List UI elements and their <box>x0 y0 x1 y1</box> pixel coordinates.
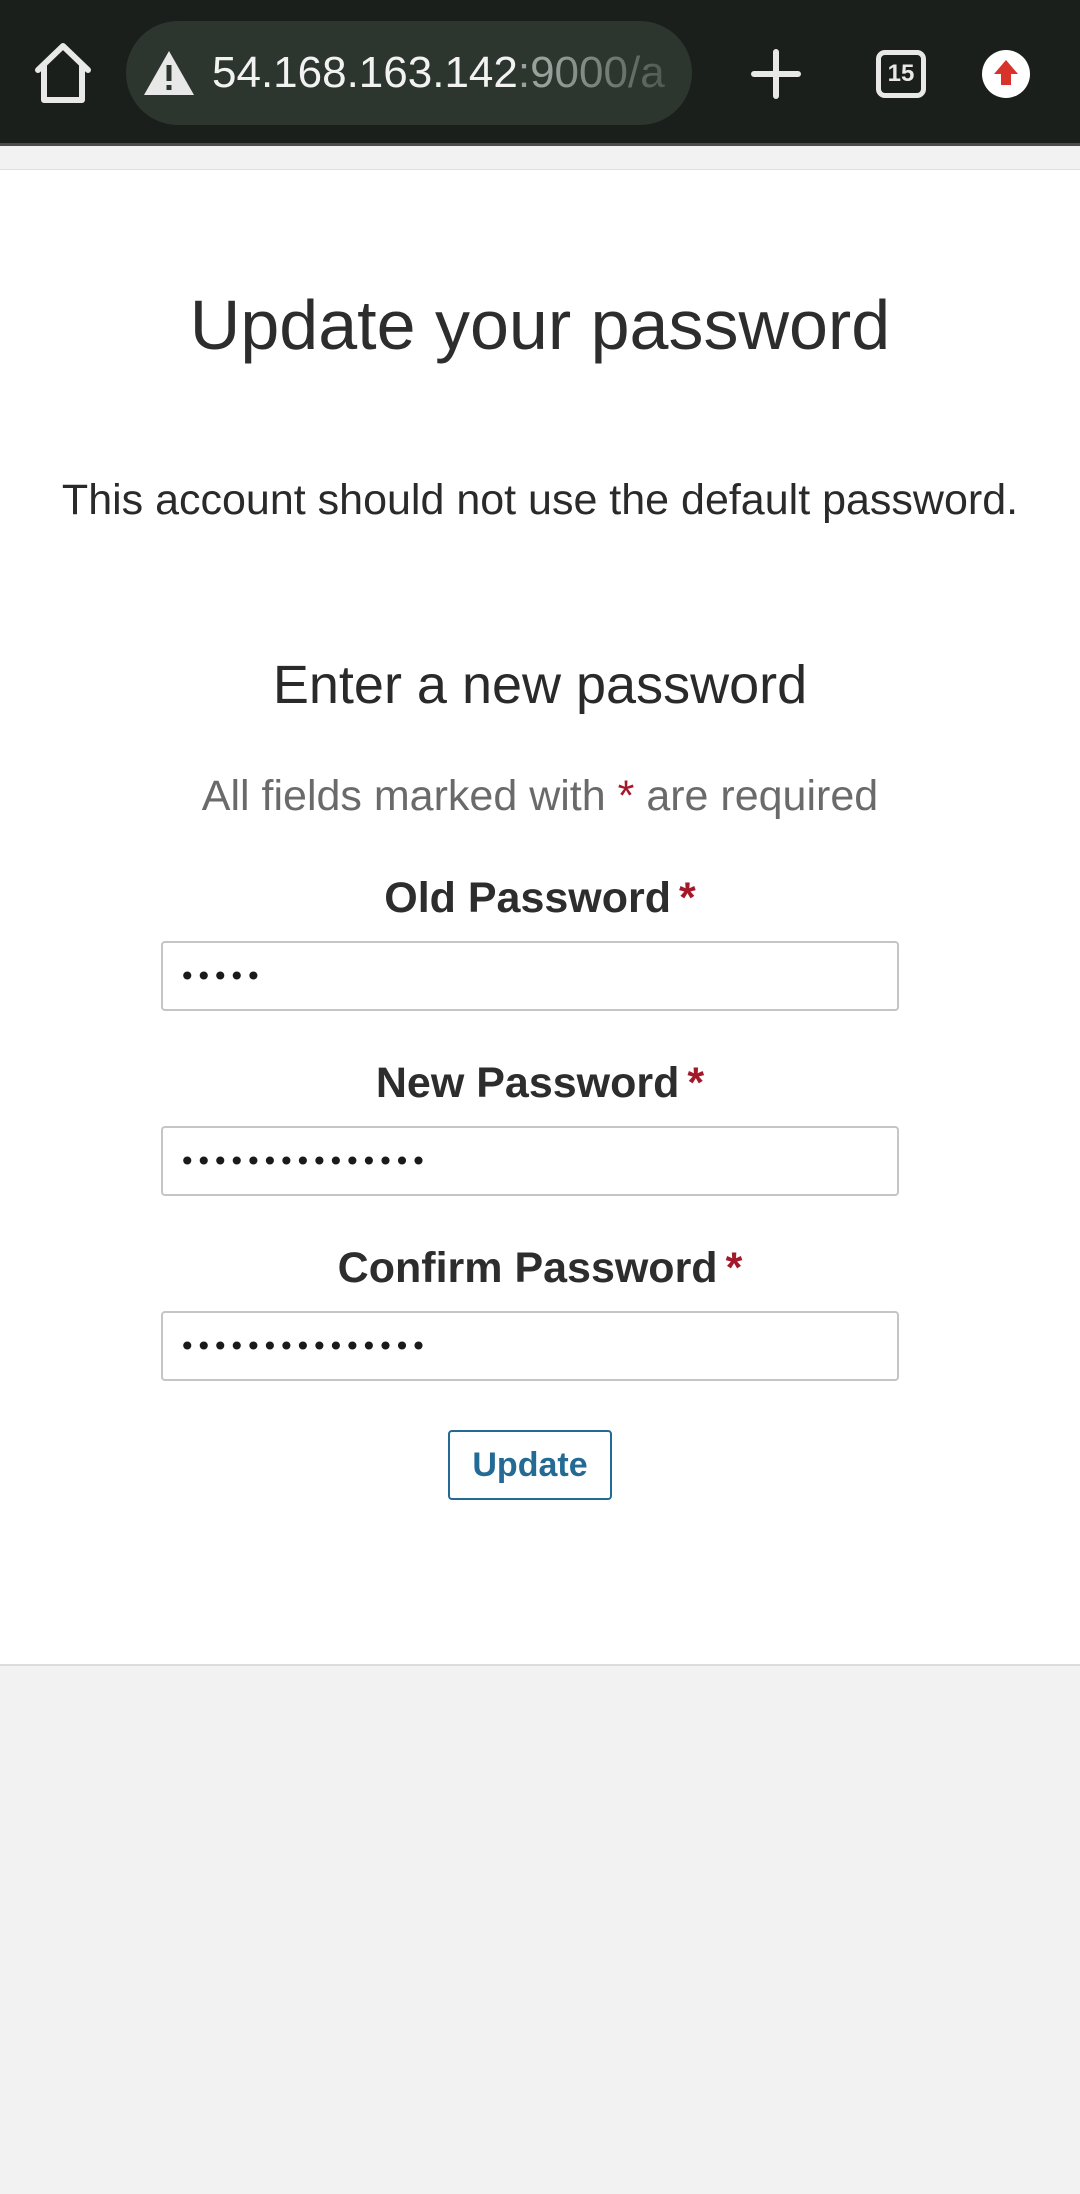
warning-icon <box>144 51 194 95</box>
url-host: 54.168.163.142 <box>212 48 518 97</box>
required-marker: * <box>725 1244 743 1292</box>
tab-count: 15 <box>887 60 915 87</box>
update-button[interactable]: Update <box>448 1430 612 1500</box>
old-password-label-text: Old Password <box>384 874 671 922</box>
home-button[interactable] <box>30 38 96 108</box>
profile-update-button[interactable] <box>982 50 1030 98</box>
url-text: 54.168.163.142:9000/a <box>212 47 680 99</box>
required-marker: * <box>617 772 635 820</box>
new-password-label: New Password * <box>0 1055 1080 1111</box>
required-fields-note: All fields marked with * are required <box>0 768 1080 824</box>
address-bar[interactable]: 54.168.163.142:9000/a <box>126 21 692 125</box>
page-content: Update your password This account should… <box>0 170 1080 1666</box>
default-password-warning: This account should not use the default … <box>61 476 1019 524</box>
toolbar-separator <box>0 146 1080 170</box>
new-password-label-text: New Password <box>375 1059 680 1107</box>
plus-icon <box>751 49 801 99</box>
required-note-prefix: All fields marked with <box>201 772 606 820</box>
required-note-suffix: are required <box>646 772 879 820</box>
browser-toolbar: 54.168.163.142:9000/a 15 <box>0 0 1080 146</box>
url-path: :9000/a <box>517 48 665 97</box>
home-icon <box>35 43 91 103</box>
old-password-input[interactable] <box>161 941 899 1011</box>
confirm-password-label: Confirm Password * <box>0 1240 1080 1296</box>
old-password-label: Old Password * <box>0 870 1080 926</box>
confirm-password-input[interactable] <box>161 1311 899 1381</box>
new-password-input[interactable] <box>161 1126 899 1196</box>
confirm-password-label-text: Confirm Password <box>337 1244 718 1292</box>
page-title: Update your password <box>189 286 891 364</box>
tab-switcher-button[interactable]: 15 <box>876 50 926 98</box>
form-heading: Enter a new password <box>272 655 808 715</box>
update-arrow-icon <box>994 60 1018 85</box>
required-marker: * <box>687 1059 705 1107</box>
required-marker: * <box>679 874 696 922</box>
new-tab-button[interactable] <box>748 46 804 102</box>
